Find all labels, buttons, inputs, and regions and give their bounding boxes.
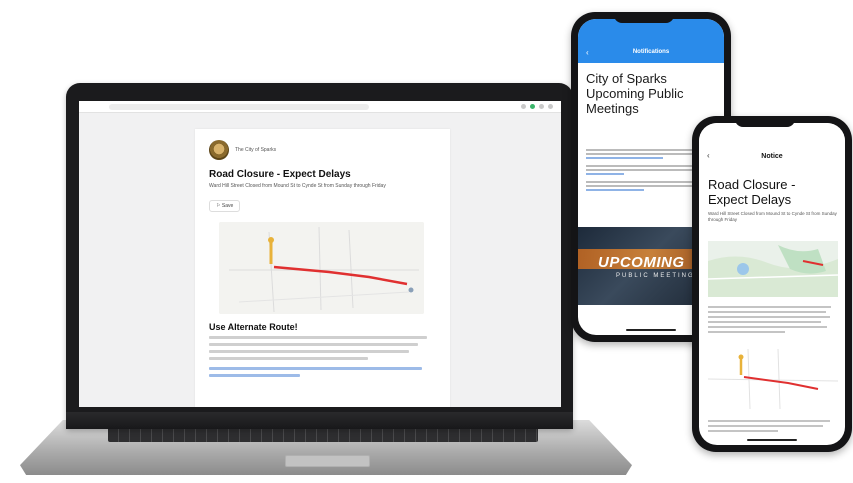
notice-subtitle: Ward Hill Street Closed from Mound St to… [708,211,837,222]
section-heading: Use Alternate Route! [209,322,298,332]
app-bar-title: Notice [761,153,783,160]
map-graphic [707,348,839,410]
map-graphic [708,241,838,297]
org-header: The City of Sparks [209,139,436,161]
phone-notch [614,12,674,23]
phone-notice: ‹ Notice Road Closure - Expect Delays Wa… [692,116,852,452]
article-card: The City of Sparks Road Closure - Expect… [195,129,450,407]
browser-toolbar [79,101,561,113]
closure-map-detail[interactable] [707,348,839,410]
body-text-line [209,343,418,346]
city-seal-icon [209,140,229,160]
laptop-hinge [66,412,573,429]
body-link-line[interactable] [209,374,300,377]
phone-notch [735,116,795,127]
article-title: Road Closure - Expect Delays [209,169,351,180]
body-text-line [209,336,427,339]
body-text-line [209,357,368,360]
app-bar: ‹ Notice [699,123,845,163]
phone-notice-screen: ‹ Notice Road Closure - Expect Delays Wa… [699,123,845,445]
laptop-screen: The City of Sparks Road Closure - Expect… [79,101,561,407]
extension-icon[interactable] [521,104,526,109]
body-link-line[interactable] [209,367,423,370]
notice-body [708,303,836,333]
notice-footer-text [708,417,836,432]
save-button[interactable]: ⚐ Save [209,200,241,212]
laptop-trackpad [285,455,370,467]
app-bar: ‹ Notifications [578,19,724,63]
notice-title: Road Closure - Expect Delays [708,177,796,207]
banner-subheading: PUBLIC MEETINGS [616,273,701,279]
extension-icon[interactable] [539,104,544,109]
home-indicator [626,329,676,331]
banner-heading: UPCOMING [598,254,685,271]
app-bar-title: Notifications [632,49,670,55]
body-text-line [209,350,409,353]
closure-map[interactable] [219,222,424,314]
chevron-left-icon[interactable]: ‹ [707,151,710,160]
home-indicator [747,439,797,441]
browser-extensions [521,104,553,109]
menu-icon[interactable] [548,104,553,109]
closure-map-overview[interactable] [708,241,838,297]
bookmark-icon: ⚐ [216,203,221,209]
extension-icon[interactable] [530,104,535,109]
org-name: The City of Sparks [235,147,277,153]
save-label: Save [221,203,234,209]
page-title: City of Sparks Upcoming Public Meetings [586,71,684,116]
address-bar[interactable] [109,104,369,110]
map-graphic [219,222,424,314]
chevron-left-icon[interactable]: ‹ [586,48,589,57]
article-subtitle: Ward Hill Street Closed from Mound St to… [209,183,386,189]
